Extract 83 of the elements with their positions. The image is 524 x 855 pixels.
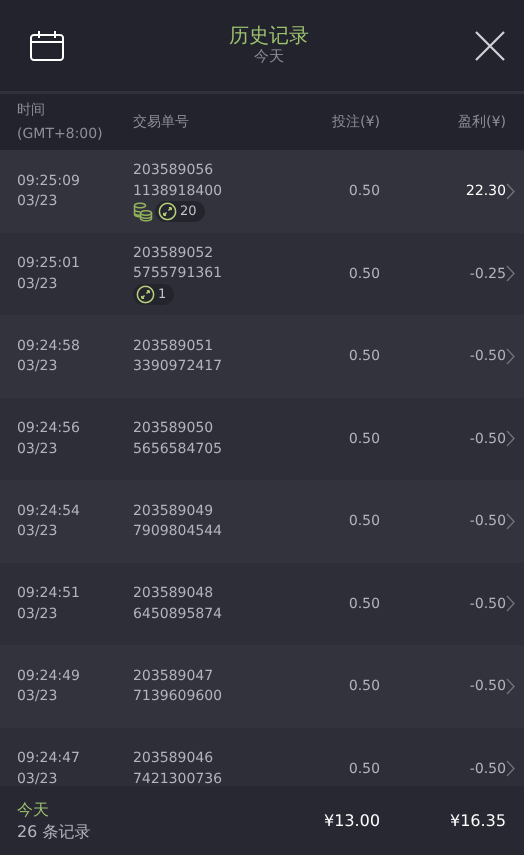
profit-amount: -0.50 — [468, 596, 506, 612]
profit-amount: -0.25 — [468, 266, 506, 282]
stake-amount: 0.50 — [348, 512, 380, 531]
stake-amount: 0.50 — [348, 182, 380, 201]
order-number: 7421300736 — [133, 770, 224, 786]
spin-icon — [136, 284, 155, 304]
column-header: 时间 — [17, 101, 46, 120]
time-text: 09:25:01 — [17, 254, 81, 274]
profit-amount: -0.50 — [468, 760, 506, 777]
close-icon — [474, 30, 506, 62]
time-text: 09:24:58 — [17, 336, 81, 356]
order-number: 203589046 — [133, 749, 214, 768]
timezone-label: (GMT+8:00) — [17, 125, 104, 144]
date-text: 03/23 — [17, 440, 58, 459]
order-number: 203589056 — [133, 161, 214, 180]
free-spins-badge: 1 — [133, 284, 174, 305]
free-spins-badge: 20 — [155, 201, 205, 222]
close-button[interactable] — [474, 30, 506, 62]
total-profit: ¥16.35 — [449, 811, 506, 830]
history-row[interactable]: 09:24:58 03/23 203589051 3390972417 0.50 -0.50 — [0, 315, 524, 398]
date-text: 03/23 — [17, 770, 58, 786]
history-row[interactable]: 09:24:49 03/23 203589047 7139609600 0.50 -0.50 — [0, 645, 524, 728]
profit-amount: -0.50 — [468, 430, 506, 447]
calendar-icon — [30, 30, 64, 62]
time-text: 09:24:56 — [17, 419, 81, 438]
chevron-right-icon — [506, 265, 515, 282]
date-text: 03/23 — [17, 357, 58, 376]
window-title: 历史记录 — [229, 22, 309, 46]
order-number: 5656584705 — [133, 440, 224, 459]
profit-amount: -0.50 — [468, 348, 506, 364]
date-range: 今天 — [254, 46, 284, 64]
time-text: 09:24:51 — [17, 584, 81, 604]
history-row[interactable]: 09:24:54 03/23 203589049 7909804544 0.50 -0.50 — [0, 480, 524, 562]
chevron-right-icon — [506, 348, 515, 365]
date-text: 03/23 — [17, 274, 58, 294]
column-header: 投注(¥) — [331, 113, 380, 132]
order-number: 203589051 — [133, 336, 214, 356]
stake-amount: 0.50 — [348, 430, 380, 448]
order-number: 1138918400 — [133, 182, 224, 201]
history-row[interactable]: 09:24:56 03/23 203589050 5656584705 0.50 -0.50 — [0, 398, 524, 480]
profit-amount: -0.50 — [468, 513, 506, 530]
profit-amount: 22.30 — [464, 183, 506, 200]
calendar-button[interactable] — [30, 30, 64, 62]
history-row[interactable]: 09:25:09 03/23 203589056 1138918400 20 0.50 22.30 — [0, 150, 524, 232]
stake-amount: 0.50 — [348, 594, 380, 614]
chevron-right-icon — [506, 430, 515, 448]
time-text: 09:24:49 — [17, 666, 81, 686]
total-stake: ¥13.00 — [323, 811, 380, 830]
order-number: 203589049 — [133, 502, 214, 521]
stake-amount: 0.50 — [348, 760, 380, 778]
column-header: 交易单号 — [133, 113, 190, 132]
profit-amount: -0.50 — [468, 678, 506, 694]
chevron-right-icon — [506, 595, 515, 612]
spin-icon — [158, 202, 177, 222]
order-number: 203589050 — [133, 419, 214, 438]
history-row[interactable]: 09:25:01 03/23 203589052 5755791361 1 0.50 -0.25 — [0, 232, 524, 315]
period-label: 今天 — [17, 798, 50, 820]
order-number: 6450895874 — [133, 604, 224, 624]
order-number: 3390972417 — [133, 357, 224, 376]
order-number: 203589047 — [133, 666, 214, 686]
order-number: 5755791361 — [133, 264, 224, 284]
order-number: 203589052 — [133, 244, 214, 263]
chevron-right-icon — [506, 760, 515, 778]
chevron-right-icon — [506, 512, 515, 530]
order-number: 7139609600 — [133, 687, 224, 706]
time-text: 09:24:54 — [17, 502, 81, 521]
date-text: 03/23 — [17, 522, 58, 542]
order-number: 7909804544 — [133, 522, 224, 542]
order-number: 203589048 — [133, 584, 214, 604]
stake-amount: 0.50 — [348, 347, 380, 366]
date-text: 03/23 — [17, 604, 58, 624]
record-count: 26 条记录 — [17, 820, 92, 842]
time-text: 09:25:09 — [17, 172, 81, 191]
stake-amount: 0.50 — [348, 264, 380, 284]
time-text: 09:24:47 — [17, 749, 81, 768]
chevron-right-icon — [506, 182, 515, 200]
stake-amount: 0.50 — [348, 677, 380, 696]
date-text: 03/23 — [17, 687, 58, 706]
date-text: 03/23 — [17, 192, 58, 212]
history-row[interactable]: 09:24:51 03/23 203589048 6450895874 0.50 -0.50 — [0, 562, 524, 645]
history-row[interactable]: 09:24:47 03/23 203589046 7421300736 0.50 -0.50 — [0, 728, 524, 786]
chevron-right-icon — [506, 678, 515, 695]
column-header: 盈利(¥) — [457, 113, 506, 132]
